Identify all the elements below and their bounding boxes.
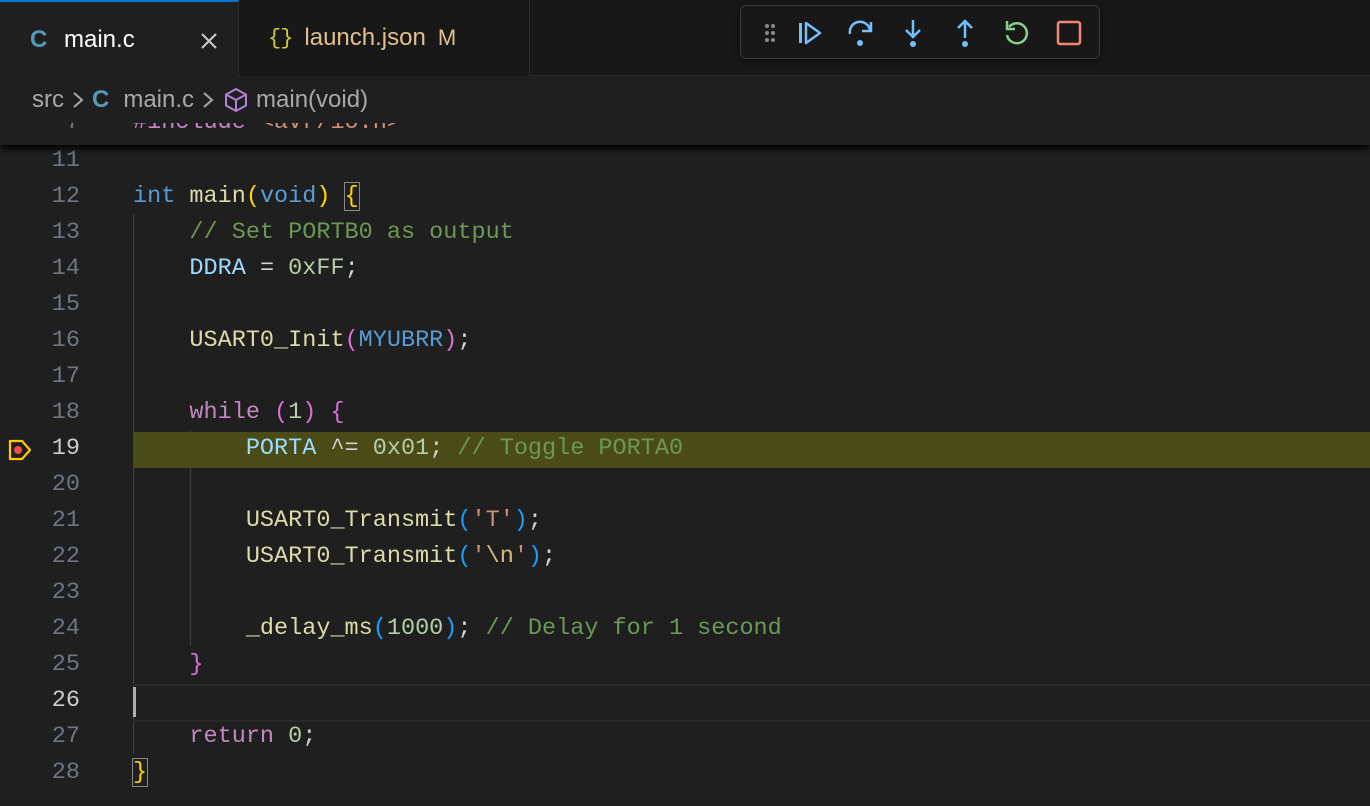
code-text: // Set PORTB0 as output [189,219,514,246]
step-out-icon[interactable] [950,18,980,48]
tab-label: main.c [64,25,135,53]
line-number: 27 [51,723,80,750]
code-line[interactable]: 25 } [0,648,1370,684]
line-number: 7 [0,123,80,136]
code-editor[interactable]: 7 #include <avr/io.h> 11 12 int main(voi… [0,123,1370,806]
code-text: } [131,758,149,787]
line-number: 16 [51,327,80,354]
code-line[interactable]: 16 USART0_Init(MYUBRR); [0,324,1370,360]
breadcrumb-file-label: main.c [123,86,195,113]
line-number: 19 [51,435,80,462]
code-text: int main(void) { [133,182,360,211]
matching-bracket: { [343,182,360,211]
continue-icon[interactable] [795,18,825,48]
breadcrumb-symbol-label: main(void) [256,86,369,113]
code-text: #include <avr/io.h> [133,123,401,136]
breadcrumb-symbol[interactable]: main(void) [222,86,368,114]
code-text: _delay_ms(1000); // Delay for 1 second [245,615,782,642]
code-line[interactable]: 21 USART0_Transmit('T'); [0,504,1370,540]
breadcrumb-folder[interactable]: src [32,86,64,114]
code-text: } [189,651,204,678]
chevron-right-icon [203,92,214,108]
code-line[interactable]: 24 _delay_ms(1000); // Delay for 1 secon… [0,612,1370,648]
code-line[interactable]: 18 while (1) { [0,396,1370,432]
json-file-icon: {} [268,25,293,51]
line-number: 17 [51,363,80,390]
tab-launch-json[interactable]: {} launch.json M [240,0,530,76]
line-number: 26 [51,687,80,714]
line-number: 11 [51,147,80,174]
line-number: 13 [51,219,80,246]
tab-main-c[interactable]: C main.c [0,0,239,77]
code-line[interactable]: 26 [0,684,1370,720]
line-number: 24 [51,615,80,642]
restart-icon[interactable] [1002,18,1032,48]
breadcrumb-file[interactable]: C main.c [92,86,194,114]
line-number: 28 [51,759,80,786]
code-text: while (1) { [189,399,345,426]
line-number: 12 [51,183,80,210]
code-line[interactable]: 11 [0,144,1370,180]
line-number: 15 [51,291,80,318]
close-icon[interactable] [198,30,220,52]
code-line-current[interactable]: 19 PORTA ^= 0x01; // Toggle PORTA0 [0,432,1370,468]
debug-toolbar [740,5,1100,59]
code-line[interactable]: 27 return 0; [0,720,1370,756]
modified-badge: M [437,25,457,50]
code-text: PORTA ^= 0x01; // Toggle PORTA0 [245,435,684,462]
code-line[interactable]: 17 [0,360,1370,396]
line-number: 22 [51,543,80,570]
c-file-icon: C [30,25,48,53]
code-line[interactable]: 12 int main(void) { [0,180,1370,216]
code-text: USART0_Transmit('T'); [245,507,543,534]
sticky-scroll-line[interactable]: 7 #include <avr/io.h> [0,123,1370,145]
chevron-right-icon [73,92,84,108]
code-text: return 0; [189,723,317,750]
editor-tab-bar: C main.c {} launch.json M [0,0,1370,77]
line-number: 21 [51,507,80,534]
code-line[interactable]: 15 [0,288,1370,324]
code-text: DDRA = 0xFF; [189,255,359,282]
breadcrumb: src C main.c main(void) [0,77,1370,123]
matching-bracket: } [131,758,149,787]
line-number: 14 [51,255,80,282]
line-number: 20 [51,471,80,498]
code-line[interactable]: 14 DDRA = 0xFF; [0,252,1370,288]
c-file-icon: C [92,86,110,113]
stop-icon[interactable] [1054,18,1084,48]
line-number: 25 [51,651,80,678]
step-over-icon[interactable] [846,18,876,48]
code-text: USART0_Init(MYUBRR); [189,327,472,354]
tab-label: launch.json [304,24,426,51]
code-line[interactable]: 22 USART0_Transmit('\n'); [0,540,1370,576]
line-number: 18 [51,399,80,426]
code-line[interactable]: 23 [0,576,1370,612]
step-into-icon[interactable] [898,18,928,48]
method-cube-icon [225,88,248,112]
line-number: 23 [51,579,80,606]
code-text: USART0_Transmit('\n'); [245,543,557,570]
drag-handle-icon[interactable] [755,18,785,48]
code-line[interactable]: 13 // Set PORTB0 as output [0,216,1370,252]
code-line[interactable]: 20 [0,468,1370,504]
code-line[interactable]: 28 } [0,756,1370,792]
